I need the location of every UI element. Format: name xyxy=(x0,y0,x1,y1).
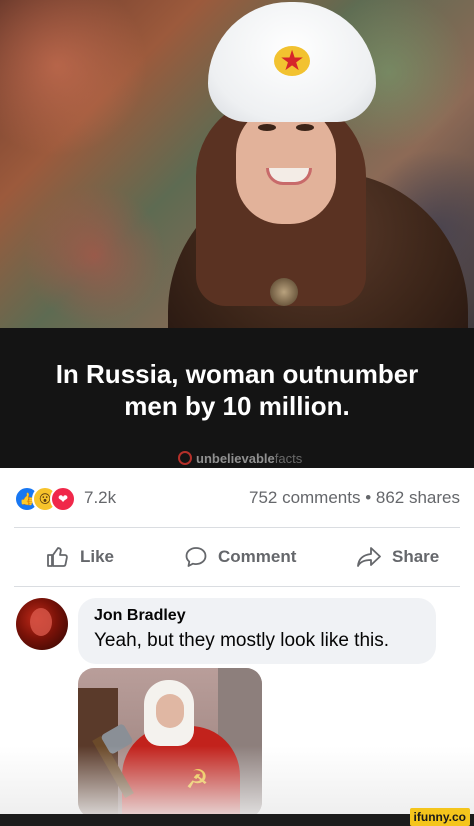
share-button[interactable]: Share xyxy=(356,536,439,578)
love-reaction-icon[interactable]: ❤ xyxy=(50,486,76,512)
unbelievable-facts-logo-icon xyxy=(178,451,192,465)
comment-label: Comment xyxy=(218,547,297,566)
bottom-strip xyxy=(0,814,474,826)
smile xyxy=(266,168,312,185)
right-eye xyxy=(296,124,314,131)
post-stats: 👍 😮 ❤ 7.2k 752 comments • 862 shares xyxy=(14,486,460,512)
like-button[interactable]: Like xyxy=(46,536,114,578)
star-badge-icon: ★ xyxy=(274,46,310,76)
divider-top xyxy=(14,527,460,528)
woman-face xyxy=(236,104,336,224)
share-label: Share xyxy=(392,547,440,566)
comment-bubble-icon xyxy=(185,547,207,567)
divider-bottom xyxy=(14,586,460,587)
old-woman-face xyxy=(156,694,184,728)
post-caption: In Russia, woman outnumber men by 10 mil… xyxy=(20,358,454,422)
ifunny-watermark: ifunny.co xyxy=(409,808,470,826)
avatar[interactable] xyxy=(16,598,68,650)
action-bar: Like Comment Share xyxy=(0,536,474,578)
comment-bubble[interactable]: Jon Bradley Yeah, but they mostly look l… xyxy=(78,598,436,664)
brooch xyxy=(270,278,298,306)
caption-line-2: men by 10 million. xyxy=(124,391,350,421)
left-eye xyxy=(258,124,276,131)
comment-button[interactable]: Comment xyxy=(184,536,296,578)
watermark-light: unbelievable xyxy=(196,450,275,466)
reaction-count[interactable]: 7.2k xyxy=(84,488,116,508)
source-watermark: unbelievable facts xyxy=(178,450,302,466)
caption-line-1: In Russia, woman outnumber xyxy=(55,359,419,389)
comments-shares-count[interactable]: 752 comments • 862 shares xyxy=(249,488,460,508)
watermark-bold: facts xyxy=(274,450,303,466)
like-label: Like xyxy=(80,547,115,566)
caption-band: In Russia, woman outnumber men by 10 mil… xyxy=(0,328,474,468)
share-arrow-icon xyxy=(357,547,381,567)
comment-author[interactable]: Jon Bradley xyxy=(94,607,186,625)
avatar-face xyxy=(30,608,52,636)
post-photo[interactable]: ★ xyxy=(0,0,474,328)
thumbs-up-icon xyxy=(47,547,68,567)
comment-text: Yeah, but they mostly look like this. xyxy=(94,630,390,651)
